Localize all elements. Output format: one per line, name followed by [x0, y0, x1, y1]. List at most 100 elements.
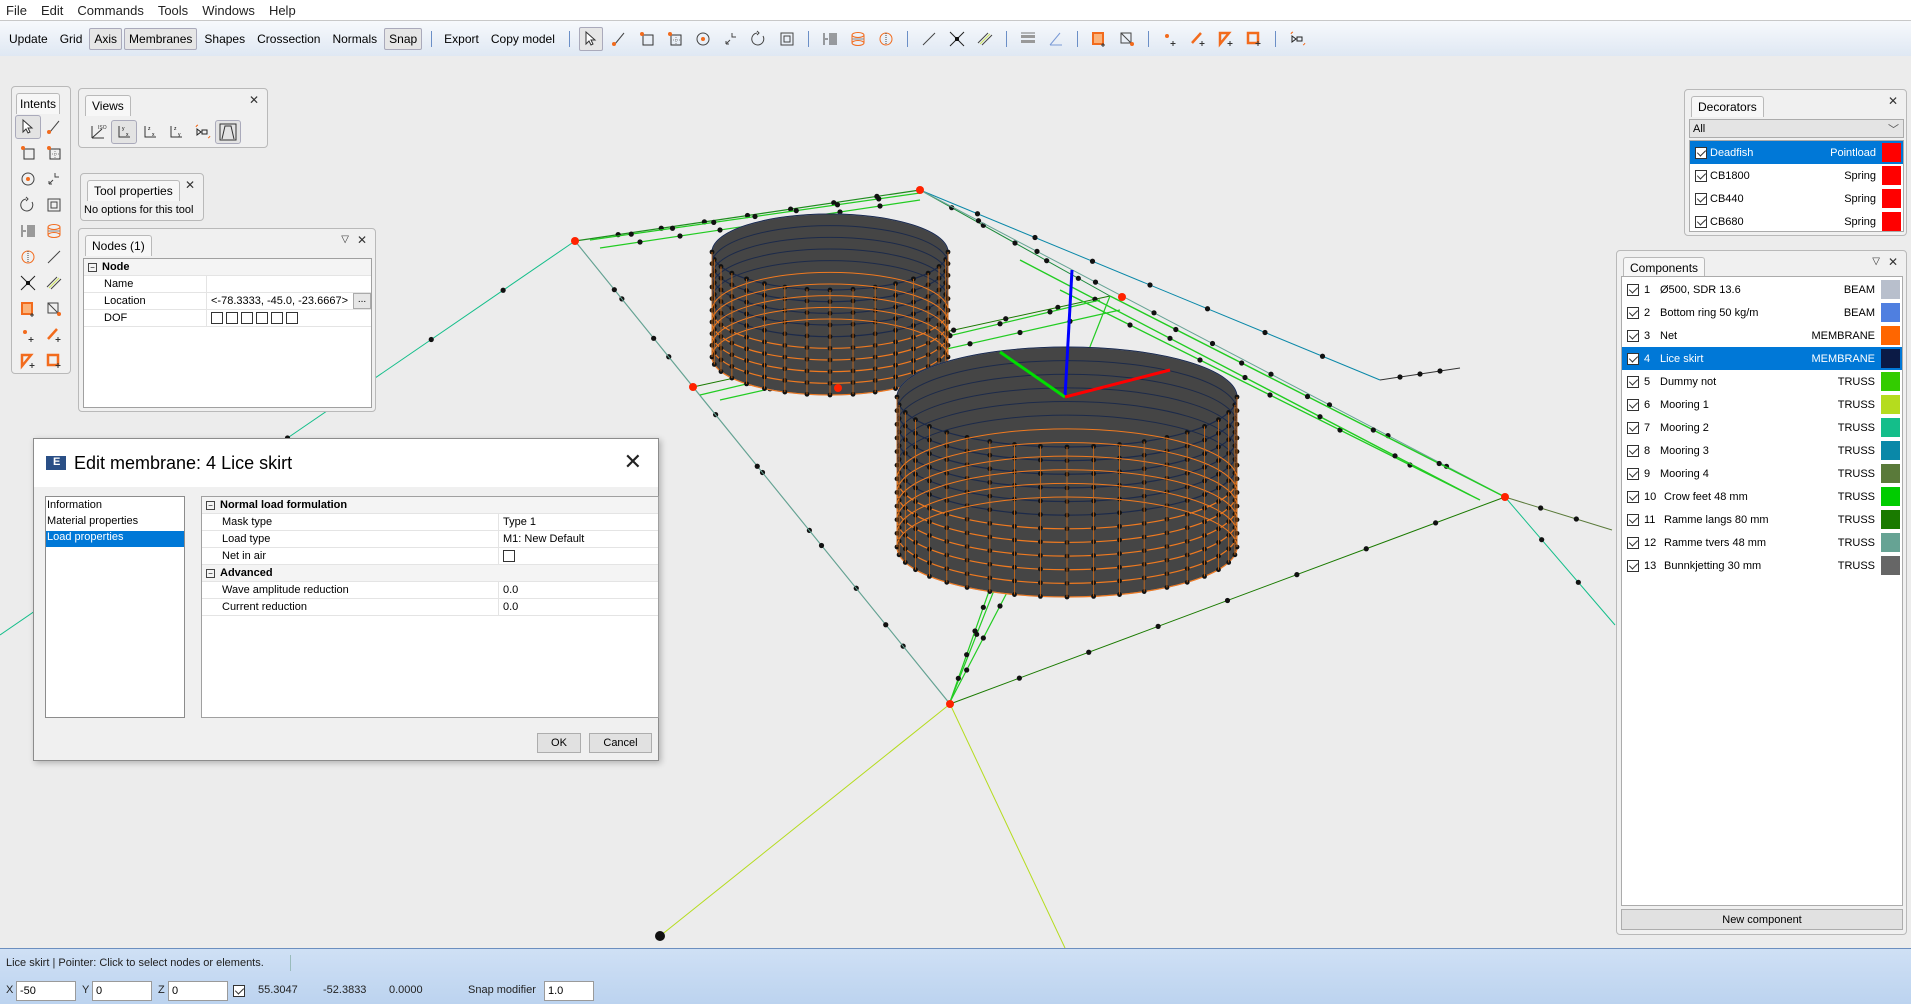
- component-row[interactable]: 7 Mooring 2 TRUSS: [1622, 416, 1902, 439]
- line-icon[interactable]: [917, 27, 941, 51]
- add-node-box-icon[interactable]: [635, 27, 659, 51]
- nav-material-properties[interactable]: Material properties: [46, 515, 184, 531]
- wave-amplitude-field[interactable]: 0.0: [499, 582, 658, 598]
- component-visible-checkbox[interactable]: [1627, 444, 1639, 457]
- array-icon[interactable]: [15, 219, 41, 243]
- component-color-swatch[interactable]: [1881, 418, 1900, 437]
- close-icon[interactable]: ✕: [1888, 94, 1898, 108]
- add-line-icon[interactable]: [607, 27, 631, 51]
- x-coordinate-input[interactable]: -50: [16, 981, 76, 1001]
- decorator-color-swatch[interactable]: [1882, 143, 1901, 162]
- parallel-lines-icon[interactable]: [973, 27, 997, 51]
- component-row[interactable]: 11 Ramme langs 80 mm TRUSS: [1622, 508, 1902, 531]
- camera-view-icon[interactable]: [189, 120, 215, 144]
- add-point-icon[interactable]: [15, 323, 41, 347]
- add-membrane-icon[interactable]: [1087, 27, 1111, 51]
- component-row[interactable]: 1 Ø500, SDR 13.6 BEAM: [1622, 278, 1902, 301]
- component-row[interactable]: 9 Mooring 4 TRUSS: [1622, 462, 1902, 485]
- diagonal-membrane-icon[interactable]: [41, 297, 67, 321]
- dof-checkbox[interactable]: [286, 312, 298, 324]
- scale-icon[interactable]: [775, 27, 799, 51]
- tool-properties-tab[interactable]: Tool properties: [87, 180, 180, 201]
- component-color-swatch[interactable]: [1881, 533, 1900, 552]
- cross-node-icon[interactable]: [945, 27, 969, 51]
- snap-toggle[interactable]: Snap: [384, 27, 423, 50]
- component-color-swatch[interactable]: [1881, 303, 1900, 322]
- rotate-icon[interactable]: [747, 27, 771, 51]
- component-visible-checkbox[interactable]: [1627, 421, 1639, 434]
- load-type-field[interactable]: M1: New Default: [499, 531, 658, 547]
- decorator-color-swatch[interactable]: [1882, 166, 1901, 185]
- crossection-toggle[interactable]: Crossection: [252, 28, 325, 50]
- dialog-close-icon[interactable]: ✕: [624, 449, 642, 475]
- add-point-icon[interactable]: [1158, 27, 1182, 51]
- add-square-icon[interactable]: [1242, 27, 1266, 51]
- component-visible-checkbox[interactable]: [1627, 513, 1639, 526]
- cylinder-icon[interactable]: [846, 27, 870, 51]
- component-row[interactable]: 4 Lice skirt MEMBRANE: [1622, 347, 1902, 370]
- close-icon[interactable]: ✕: [185, 178, 195, 192]
- stack-icon[interactable]: [1016, 27, 1040, 51]
- parallel-lines-icon[interactable]: [41, 271, 67, 295]
- decorator-row[interactable]: CB680 Spring: [1690, 210, 1903, 233]
- dropdown-icon[interactable]: ▽: [341, 234, 349, 245]
- component-row[interactable]: 13 Bunnkjetting 30 mm TRUSS: [1622, 554, 1902, 577]
- decorator-row[interactable]: CB440 Spring: [1690, 187, 1903, 210]
- components-tab[interactable]: Components: [1623, 257, 1706, 278]
- component-color-swatch[interactable]: [1881, 464, 1900, 483]
- menu-commands[interactable]: Commands: [77, 3, 143, 18]
- component-visible-checkbox[interactable]: [1627, 536, 1639, 549]
- membranes-toggle[interactable]: Membranes: [124, 27, 198, 50]
- component-row[interactable]: 2 Bottom ring 50 kg/m BEAM: [1622, 301, 1902, 324]
- component-color-swatch[interactable]: [1881, 510, 1900, 529]
- add-triangle-icon[interactable]: [1214, 27, 1238, 51]
- grid-toggle[interactable]: Grid: [55, 28, 88, 50]
- component-visible-checkbox[interactable]: [1627, 467, 1639, 480]
- dof-checkbox[interactable]: [211, 312, 223, 324]
- scale-icon[interactable]: [41, 193, 67, 217]
- component-color-swatch[interactable]: [1881, 372, 1900, 391]
- nav-load-properties[interactable]: Load properties: [46, 531, 184, 547]
- pointer-icon[interactable]: [15, 115, 41, 139]
- component-color-swatch[interactable]: [1881, 349, 1900, 368]
- decorator-filter-select[interactable]: All ﹀: [1689, 119, 1904, 138]
- close-icon[interactable]: ✕: [357, 233, 367, 247]
- dof-checkbox[interactable]: [241, 312, 253, 324]
- move-icon[interactable]: [719, 27, 743, 51]
- line-icon[interactable]: [41, 245, 67, 269]
- component-color-swatch[interactable]: [1881, 326, 1900, 345]
- add-triangle-icon[interactable]: [15, 349, 41, 373]
- component-row[interactable]: 10 Crow feet 48 mm TRUSS: [1622, 485, 1902, 508]
- axis-toggle[interactable]: Axis: [89, 27, 123, 50]
- intents-tab[interactable]: Intents: [16, 93, 61, 114]
- array-icon[interactable]: [818, 27, 842, 51]
- copy-model-button[interactable]: Copy model: [486, 28, 560, 50]
- ok-button[interactable]: OK: [537, 733, 581, 753]
- nodes-tab[interactable]: Nodes (1): [85, 235, 152, 256]
- cylinder-icon[interactable]: [41, 219, 67, 243]
- component-row[interactable]: 5 Dummy not TRUSS: [1622, 370, 1902, 393]
- z-coordinate-input[interactable]: 0: [168, 981, 228, 1001]
- add-line-icon[interactable]: [41, 115, 67, 139]
- add-grid-icon[interactable]: [663, 27, 687, 51]
- y-coordinate-input[interactable]: 0: [92, 981, 152, 1001]
- component-visible-checkbox[interactable]: [1627, 375, 1639, 388]
- add-grid-icon[interactable]: [41, 141, 67, 165]
- zx-view-icon[interactable]: zx: [137, 120, 163, 144]
- decorator-visible-checkbox[interactable]: [1695, 169, 1707, 182]
- menu-tools[interactable]: Tools: [158, 3, 188, 18]
- pointer-icon[interactable]: [578, 26, 603, 51]
- use-coordinates-checkbox[interactable]: [233, 985, 245, 997]
- decorator-color-swatch[interactable]: [1882, 189, 1901, 208]
- decorator-color-swatch[interactable]: [1882, 212, 1901, 231]
- center-node-icon[interactable]: [15, 167, 41, 191]
- node-name-field[interactable]: [207, 276, 371, 292]
- add-truss-icon[interactable]: [1186, 27, 1210, 51]
- close-icon[interactable]: ✕: [249, 93, 259, 107]
- collapse-icon[interactable]: −: [88, 262, 97, 272]
- dof-checkbox[interactable]: [226, 312, 238, 324]
- dropdown-icon[interactable]: ▽: [1872, 256, 1880, 267]
- location-browse-button[interactable]: ...: [353, 293, 371, 309]
- add-membrane-icon[interactable]: [15, 297, 41, 321]
- cancel-button[interactable]: Cancel: [589, 733, 652, 753]
